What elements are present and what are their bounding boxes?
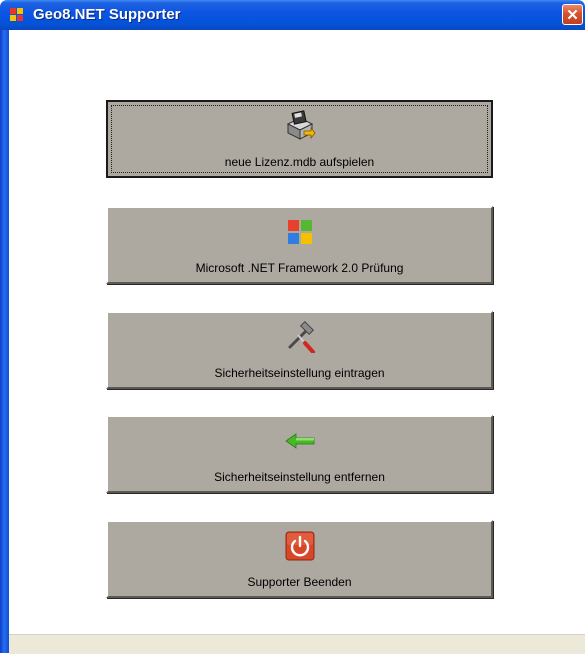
windows-logo-icon	[287, 220, 312, 244]
add-security-setting-button[interactable]: Sicherheitseinstellung eintragen	[106, 311, 493, 389]
install-disk-icon	[286, 110, 316, 140]
install-license-label: neue Lizenz.mdb aufspielen	[224, 155, 375, 169]
close-icon: ✕	[566, 7, 579, 24]
exit-supporter-label: Supporter Beenden	[247, 575, 352, 589]
app-icon	[10, 8, 24, 22]
power-icon	[285, 531, 314, 561]
exit-supporter-button[interactable]: Supporter Beenden	[106, 520, 493, 598]
window-frame-left	[0, 30, 9, 653]
remove-security-setting-button[interactable]: Sicherheitseinstellung entfernen	[106, 415, 493, 493]
remove-security-setting-label: Sicherheitseinstellung entfernen	[214, 470, 385, 484]
dotnet-check-button[interactable]: Microsoft .NET Framework 2.0 Prüfung	[106, 206, 493, 284]
title-bar[interactable]: Geo8.NET Supporter ✕	[0, 0, 585, 30]
dotnet-check-label: Microsoft .NET Framework 2.0 Prüfung	[195, 261, 404, 275]
hammer-screwdriver-icon	[288, 321, 315, 353]
install-license-button[interactable]: neue Lizenz.mdb aufspielen	[106, 100, 493, 178]
add-security-setting-label: Sicherheitseinstellung eintragen	[214, 366, 385, 380]
green-arrow-left-icon	[284, 433, 314, 449]
window-title: Geo8.NET Supporter	[33, 6, 181, 23]
client-area: neue Lizenz.mdb aufspielen Microsoft .NE…	[9, 30, 585, 653]
main-window: Geo8.NET Supporter ✕ neue Lizenz.mdb auf…	[0, 0, 585, 654]
close-button[interactable]: ✕	[562, 4, 583, 25]
bottom-strip	[9, 634, 585, 654]
